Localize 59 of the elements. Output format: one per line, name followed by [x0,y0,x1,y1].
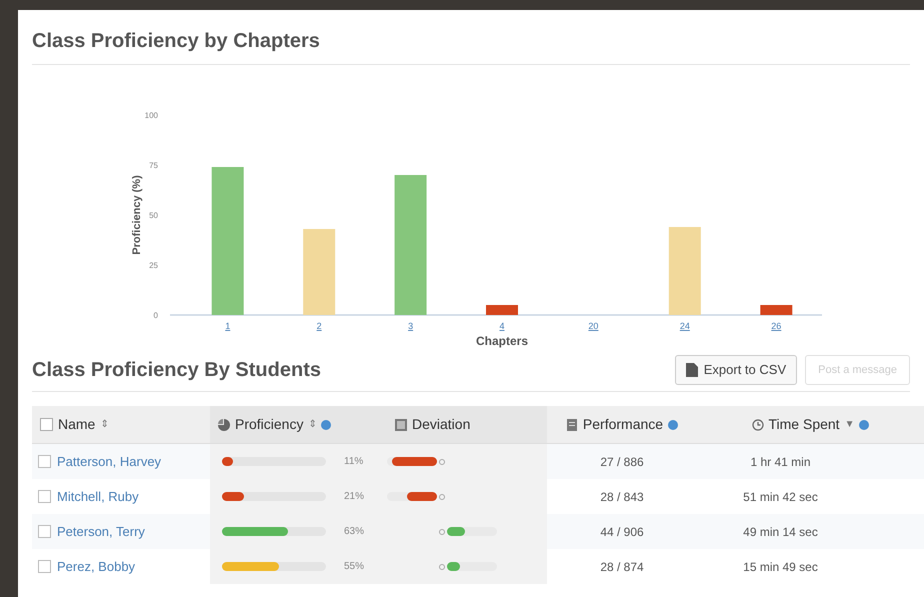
chapter-link[interactable]: 2 [316,321,322,331]
y-tick-label: 50 [149,211,158,220]
column-header[interactable]: Name [58,414,96,435]
sort-icon[interactable]: ⇕ [308,417,316,432]
performance-value: 28 / 843 [600,490,644,504]
x-axis-label: Chapters [476,334,528,348]
chart-bar [486,305,518,315]
chapter-link[interactable]: 20 [588,321,598,331]
checkbox[interactable] [38,560,51,573]
y-tick-label: 100 [144,111,158,120]
proficiency-value: 63% [344,525,364,539]
column-header[interactable]: Proficiency [235,414,304,435]
checkbox[interactable] [40,418,53,431]
column-header[interactable]: Time Spent [768,414,840,435]
y-tick-label: 75 [149,161,158,170]
student-name-link[interactable]: Peterson, Terry [57,522,145,542]
checkbox[interactable] [38,455,51,468]
chapter-link[interactable]: 1 [225,321,230,331]
center-marker-icon [439,564,445,570]
document-icon [566,418,578,430]
chapter-link[interactable]: 26 [771,321,782,331]
checkbox[interactable] [38,525,51,538]
student-name-link[interactable]: Mitchell, Ruby [57,486,139,506]
help-icon[interactable] [321,420,332,430]
chart-bar [760,305,792,315]
proficiency-value: 11% [344,455,364,469]
proficiency-value: 55% [344,560,364,574]
y-tick-label: 25 [149,261,158,270]
proficiency-value: 21% [344,490,364,504]
performance-value: 27 / 886 [600,454,644,468]
student-name-link[interactable]: Perez, Bobby [57,556,136,576]
chapter-link[interactable]: 24 [680,321,690,331]
center-marker-icon [439,494,445,500]
student-name-link[interactable]: Patterson, Harvey [57,452,162,472]
section-title: Class Proficiency by Chapters [32,26,910,65]
time-spent-value: 15 min 49 sec [743,558,818,576]
y-axis-label: Proficiency (%) [131,175,143,255]
time-spent-value: 51 min 42 sec [743,488,818,506]
file-icon [686,363,698,377]
center-marker-icon [439,528,445,534]
sort-icon[interactable]: ▼ [844,417,854,432]
help-icon[interactable] [859,420,870,430]
y-tick-label: 0 [154,311,158,320]
image-icon [395,418,407,430]
pie-chart-icon [218,418,230,430]
chapter-link[interactable]: 4 [500,321,504,331]
help-icon[interactable] [668,420,678,430]
performance-value: 28 / 874 [600,560,644,574]
sort-icon[interactable]: ⇕ [100,417,108,432]
column-header[interactable]: Performance [582,414,664,435]
performance-value: 44 / 906 [600,524,644,538]
checkbox[interactable] [38,490,51,503]
chapter-link[interactable]: 3 [408,321,414,331]
time-spent-value: 1 hr 41 min [750,454,811,470]
export-button[interactable]: Export to CSV [674,355,798,385]
time-spent-value: 49 min 14 sec [743,524,818,540]
center-marker-icon [439,458,445,464]
clock-icon [752,418,764,430]
section-title: Class Proficiency By Students [32,358,321,383]
